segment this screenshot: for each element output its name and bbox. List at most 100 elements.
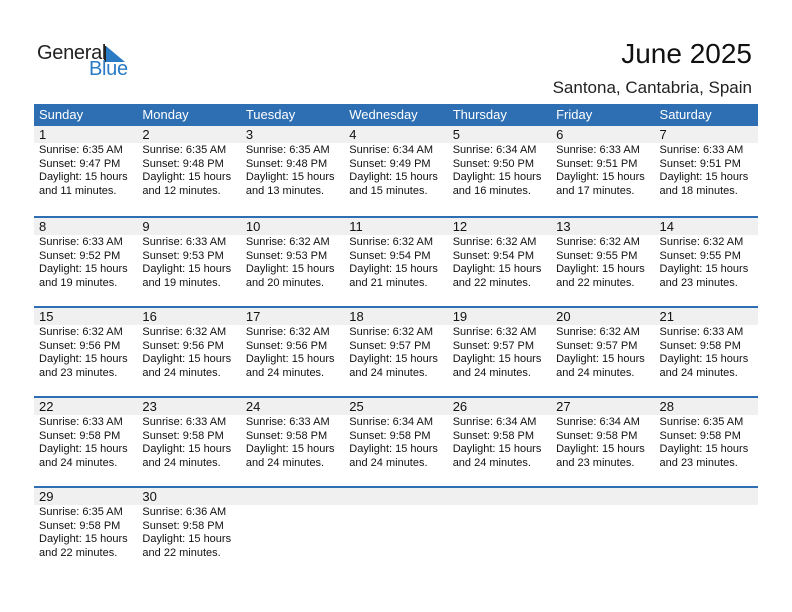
day-cell: 15 Sunrise: 6:32 AM Sunset: 9:56 PM Dayligh… <box>34 308 138 380</box>
day-number: 22 <box>34 398 138 415</box>
sunset-text: Sunset: 9:58 PM <box>142 519 224 532</box>
sunset-text: Sunset: 9:50 PM <box>452 157 535 170</box>
daylight-text: Daylight: 15 hours <box>452 353 542 365</box>
day-info: Sunrise: 6:33 AM Sunset: 9:58 PM Daylight:… <box>137 415 240 470</box>
day-cell: 30 Sunrise: 6:36 AM Sunset: 9:58 PM Dayligh… <box>137 488 241 560</box>
daylight-text: Daylight: 15 hours <box>349 263 438 275</box>
day-cell: 19 Sunrise: 6:32 AM Sunset: 9:57 PM Dayligh… <box>447 308 552 380</box>
sunrise-text: Sunrise: 6:33 AM <box>659 326 744 338</box>
sunset-text: Sunset: 9:58 PM <box>659 339 741 352</box>
day-cell: 29 Sunrise: 6:35 AM Sunset: 9:58 PM Dayligh… <box>34 488 138 560</box>
sunrise-text: Sunrise: 6:32 AM <box>349 326 434 338</box>
day-number: 26 <box>447 398 552 415</box>
daylight-text: and 24 minutes. <box>142 366 221 379</box>
sunset-text: Sunset: 9:56 PM <box>142 339 224 352</box>
daylight-text: and 22 minutes. <box>452 276 531 289</box>
day-number: 9 <box>137 218 241 235</box>
day-info: Sunrise: 6:34 AM Sunset: 9:58 PM Daylight:… <box>448 415 551 470</box>
daylight-text: and 24 minutes. <box>245 456 325 469</box>
daylight-text: Daylight: 15 hours <box>556 263 645 275</box>
day-number: 27 <box>551 398 655 415</box>
daylight-text: and 11 minutes. <box>39 184 117 197</box>
weekday-thursday: Thursday <box>452 107 507 122</box>
daylight-text: Daylight: 15 hours <box>39 533 128 545</box>
weekday-friday: Friday <box>556 107 593 122</box>
daylight-text: and 23 minutes. <box>39 366 118 379</box>
day-cell: 1 Sunrise: 6:35 AM Sunset: 9:47 PM Daylight… <box>34 126 138 198</box>
day-info: Sunrise: 6:34 AM Sunset: 9:58 PM Daylight:… <box>551 415 654 470</box>
day-number: 10 <box>240 218 345 235</box>
sunrise-text: Sunrise: 6:34 AM <box>349 144 434 156</box>
daylight-text: Daylight: 15 hours <box>142 263 232 275</box>
sunrise-text: Sunrise: 6:35 AM <box>39 144 123 156</box>
weekday-wednesday: Wednesday <box>349 107 418 122</box>
daylight-text: Daylight: 15 hours <box>39 443 128 455</box>
day-cell: 4 Sunrise: 6:34 AM Sunset: 9:49 PM Daylight… <box>344 126 448 198</box>
page-title: June 2025 <box>621 38 752 69</box>
weeks-container: 1 Sunrise: 6:35 AM Sunset: 9:47 PM Daylight… <box>34 126 758 576</box>
sunset-text: Sunset: 9:58 PM <box>349 429 431 442</box>
daylight-text: Daylight: 15 hours <box>39 353 128 365</box>
sunset-text: Sunset: 9:47 PM <box>39 157 121 170</box>
sunset-text: Sunset: 9:48 PM <box>142 157 224 170</box>
sunset-text: Sunset: 9:53 PM <box>142 249 224 262</box>
daylight-text: and 23 minutes. <box>556 456 635 469</box>
sunset-text: Sunset: 9:48 PM <box>245 157 328 170</box>
day-number <box>240 488 345 505</box>
weekday-monday: Monday <box>142 107 189 122</box>
day-cell: 28 Sunrise: 6:35 AM Sunset: 9:58 PM Dayligh… <box>654 398 758 470</box>
day-number: 19 <box>447 308 552 325</box>
sunrise-text: Sunrise: 6:32 AM <box>556 236 640 248</box>
sunrise-text: Sunrise: 6:32 AM <box>659 236 744 248</box>
sunset-text: Sunset: 9:58 PM <box>452 429 535 442</box>
day-info: Sunrise: 6:35 AM Sunset: 9:48 PM Daylight:… <box>137 143 240 198</box>
sunrise-text: Sunrise: 6:34 AM <box>452 416 537 428</box>
weekday-header: Sunday Monday Tuesday Wednesday Thursday… <box>34 104 758 126</box>
daylight-text: and 19 minutes. <box>39 276 118 289</box>
day-number: 24 <box>240 398 345 415</box>
weekday-tuesday: Tuesday <box>245 107 296 122</box>
day-number: 6 <box>551 126 655 143</box>
week-row: 29 Sunrise: 6:35 AM Sunset: 9:58 PM Dayligh… <box>34 486 758 576</box>
day-cell: 27 Sunrise: 6:34 AM Sunset: 9:58 PM Dayligh… <box>551 398 655 470</box>
sunrise-text: Sunrise: 6:33 AM <box>142 236 227 248</box>
sunrise-text: Sunrise: 6:32 AM <box>556 326 640 338</box>
day-number: 13 <box>551 218 655 235</box>
day-info: Sunrise: 6:33 AM Sunset: 9:51 PM Daylight:… <box>655 143 758 198</box>
sunset-text: Sunset: 9:57 PM <box>349 339 431 352</box>
daylight-text: Daylight: 15 hours <box>556 353 645 365</box>
day-info: Sunrise: 6:32 AM Sunset: 9:57 PM Daylight:… <box>448 325 551 380</box>
week-row: 15 Sunrise: 6:32 AM Sunset: 9:56 PM Dayligh… <box>34 306 758 396</box>
daylight-text: and 20 minutes. <box>245 276 325 289</box>
day-number: 5 <box>447 126 552 143</box>
day-cell: 12 Sunrise: 6:32 AM Sunset: 9:54 PM Dayligh… <box>447 218 552 290</box>
day-cell: 25 Sunrise: 6:34 AM Sunset: 9:58 PM Dayligh… <box>344 398 448 470</box>
day-cell: 6 Sunrise: 6:33 AM Sunset: 9:51 PM Daylight… <box>551 126 655 198</box>
sunset-text: Sunset: 9:49 PM <box>349 157 431 170</box>
sunset-text: Sunset: 9:58 PM <box>39 429 121 442</box>
daylight-text: Daylight: 15 hours <box>142 353 232 365</box>
day-number <box>551 488 655 505</box>
day-number: 18 <box>344 308 448 325</box>
day-info: Sunrise: 6:32 AM Sunset: 9:56 PM Daylight:… <box>241 325 344 380</box>
sunset-text: Sunset: 9:58 PM <box>142 429 224 442</box>
sunrise-text: Sunrise: 6:33 AM <box>39 236 123 248</box>
day-info: Sunrise: 6:34 AM Sunset: 9:58 PM Daylight:… <box>344 415 447 470</box>
sunset-text: Sunset: 9:54 PM <box>349 249 431 262</box>
sunset-text: Sunset: 9:54 PM <box>452 249 535 262</box>
sunset-text: Sunset: 9:51 PM <box>659 157 741 170</box>
empty-day-cell <box>344 488 448 560</box>
daylight-text: and 24 minutes. <box>659 366 738 379</box>
day-cell: 10 Sunrise: 6:32 AM Sunset: 9:53 PM Dayligh… <box>240 218 345 290</box>
sunrise-text: Sunrise: 6:32 AM <box>245 236 330 248</box>
day-info: Sunrise: 6:32 AM Sunset: 9:54 PM Daylight:… <box>448 235 551 290</box>
sunset-text: Sunset: 9:52 PM <box>39 249 121 262</box>
daylight-text: Daylight: 15 hours <box>245 263 335 275</box>
sunrise-text: Sunrise: 6:32 AM <box>452 326 537 338</box>
day-info: Sunrise: 6:33 AM Sunset: 9:58 PM Daylight:… <box>241 415 344 470</box>
day-number: 14 <box>654 218 758 235</box>
day-cell: 7 Sunrise: 6:33 AM Sunset: 9:51 PM Daylight… <box>654 126 758 198</box>
day-info: Sunrise: 6:32 AM Sunset: 9:55 PM Daylight:… <box>655 235 758 290</box>
day-cell: 24 Sunrise: 6:33 AM Sunset: 9:58 PM Dayligh… <box>240 398 345 470</box>
day-cell: 20 Sunrise: 6:32 AM Sunset: 9:57 PM Dayligh… <box>551 308 655 380</box>
